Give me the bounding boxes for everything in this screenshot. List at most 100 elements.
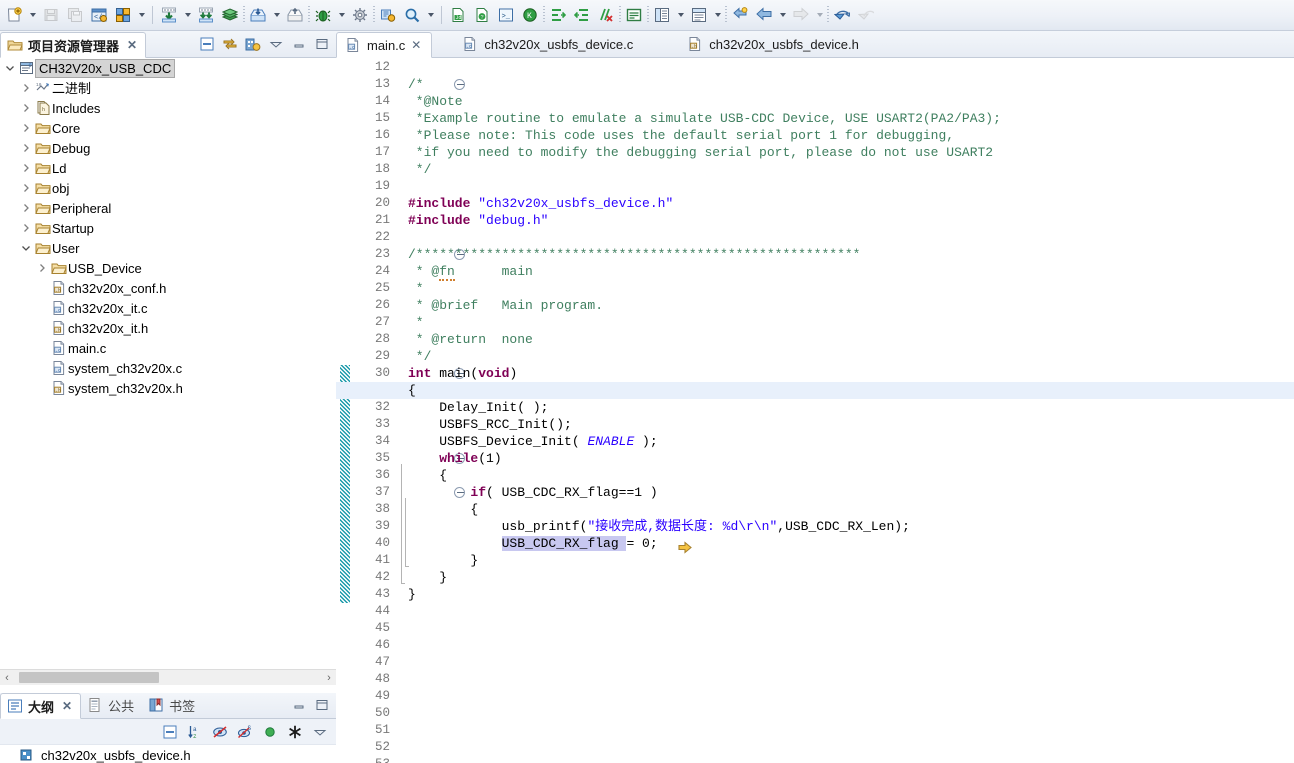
- tab-project-explorer[interactable]: 项目资源管理器 ✕: [0, 32, 147, 58]
- chevron-right-icon[interactable]: [18, 98, 34, 118]
- chevron-right-icon[interactable]: [18, 218, 34, 238]
- tree-item-usb-device[interactable]: USB_Device: [0, 258, 336, 278]
- chevron-down-icon[interactable]: [181, 3, 194, 27]
- new-editor-button[interactable]: [687, 3, 711, 27]
- chevron-down-icon[interactable]: [813, 3, 826, 27]
- working-set-button[interactable]: [243, 34, 263, 54]
- undo-button[interactable]: [830, 3, 854, 27]
- new-java-doc-button[interactable]: Jd: [446, 3, 470, 27]
- tree-item-label: main.c: [68, 340, 107, 356]
- chevron-right-icon[interactable]: [18, 118, 34, 138]
- download-button[interactable]: [157, 3, 181, 27]
- external-tools-button[interactable]: [376, 3, 400, 27]
- terminal-button[interactable]: >_: [494, 3, 518, 27]
- code-line: {: [408, 468, 448, 483]
- chevron-down-icon[interactable]: [674, 3, 687, 27]
- editor-tab-ch32v20x-usbfs-device-h[interactable]: .h ch32v20x_usbfs_device.h: [679, 31, 869, 57]
- outline-items[interactable]: ch32v20x_usbfs_device.hdebug.hmain(void)…: [0, 745, 336, 763]
- chevron-right-icon[interactable]: [18, 178, 34, 198]
- tab-common[interactable]: 公共: [81, 692, 142, 718]
- chevron-down-icon[interactable]: [424, 3, 437, 27]
- tree-item-peripheral[interactable]: Peripheral: [0, 198, 336, 218]
- project-tree-hscrollbar[interactable]: ‹ ›: [0, 669, 336, 685]
- tree-item-[interactable]: 10 二进制: [0, 78, 336, 98]
- import-button[interactable]: [246, 3, 270, 27]
- chevron-down-icon[interactable]: [2, 58, 18, 78]
- left-pane: 项目资源管理器 ✕ C CH32V20x_USB_CDC 10 二进制 h In…: [0, 31, 336, 763]
- view-menu-button[interactable]: [266, 34, 286, 54]
- last-edit-location-button[interactable]: [728, 3, 752, 27]
- editor-tab-main-c[interactable]: .c main.c ✕: [336, 32, 433, 58]
- tree-item-system-ch32v20x-c[interactable]: .c system_ch32v20x.c: [0, 358, 336, 378]
- chevron-right-icon[interactable]: [18, 198, 34, 218]
- filter-button[interactable]: [285, 722, 305, 742]
- link-with-editor-button[interactable]: [220, 34, 240, 54]
- close-icon[interactable]: ✕: [127, 38, 137, 52]
- tree-item-system-ch32v20x-h[interactable]: .h system_ch32v20x.h: [0, 378, 336, 398]
- export-button[interactable]: [283, 3, 307, 27]
- books-button[interactable]: [218, 3, 242, 27]
- close-icon[interactable]: ✕: [62, 699, 72, 713]
- remove-markers-button[interactable]: [594, 3, 618, 27]
- chevron-down-icon[interactable]: [26, 3, 39, 27]
- new-help-doc-button[interactable]: ?: [470, 3, 494, 27]
- next-annotation-button[interactable]: [546, 3, 570, 27]
- scroll-right-arrow[interactable]: ›: [322, 672, 336, 684]
- tree-item-debug[interactable]: Debug: [0, 138, 336, 158]
- code-editor[interactable]: 1213141516171819202122232425262728293031…: [336, 58, 1294, 763]
- kconfig-button[interactable]: K: [518, 3, 542, 27]
- previous-annotation-button[interactable]: [570, 3, 594, 27]
- minimize-view-button[interactable]: [289, 695, 309, 715]
- tree-item-user[interactable]: User: [0, 238, 336, 258]
- new-button[interactable]: [2, 3, 26, 27]
- maximize-view-button[interactable]: [312, 695, 332, 715]
- collapse-all-button[interactable]: [197, 34, 217, 54]
- chevron-right-icon[interactable]: [18, 138, 34, 158]
- tree-item-obj[interactable]: obj: [0, 178, 336, 198]
- view-menu-button[interactable]: [310, 722, 330, 742]
- search-button[interactable]: [400, 3, 424, 27]
- chevron-right-icon[interactable]: [18, 78, 34, 98]
- tree-item-ch32v20x-it-c[interactable]: .c ch32v20x_it.c: [0, 298, 336, 318]
- chevron-down-icon[interactable]: [135, 3, 148, 27]
- hide-static-button[interactable]: S: [235, 722, 255, 742]
- scroll-left-arrow[interactable]: ‹: [0, 672, 14, 684]
- tree-item-includes[interactable]: h Includes: [0, 98, 336, 118]
- close-icon[interactable]: ✕: [411, 38, 421, 52]
- tree-item-ld[interactable]: Ld: [0, 158, 336, 178]
- tree-item-ch32v20x-conf-h[interactable]: .h ch32v20x_conf.h: [0, 278, 336, 298]
- hide-fields-button[interactable]: [210, 722, 230, 742]
- chevron-down-icon[interactable]: [776, 3, 789, 27]
- download-all-button[interactable]: [194, 3, 218, 27]
- new-window-button[interactable]: [650, 3, 674, 27]
- sort-button[interactable]: az: [185, 722, 205, 742]
- chevron-right-icon[interactable]: [34, 258, 50, 278]
- code-text[interactable]: /* *@Note *Example routine to emulate a …: [336, 58, 1294, 763]
- collapse-all-button[interactable]: [160, 722, 180, 742]
- chevron-down-icon[interactable]: [335, 3, 348, 27]
- chevron-down-icon[interactable]: [18, 238, 34, 258]
- tree-item-core[interactable]: Core: [0, 118, 336, 138]
- hide-nonpublic-button[interactable]: [260, 722, 280, 742]
- chevron-down-icon[interactable]: [711, 3, 724, 27]
- editor-tab-ch32v20x-usbfs-device-c[interactable]: .c ch32v20x_usbfs_device.c: [454, 31, 643, 57]
- maximize-view-button[interactable]: [312, 34, 332, 54]
- tab-outline[interactable]: 大纲 ✕: [0, 693, 82, 719]
- tree-item-ch32v20x-it-h[interactable]: .h ch32v20x_it.h: [0, 318, 336, 338]
- back-button[interactable]: [752, 3, 776, 27]
- chevron-down-icon[interactable]: [270, 3, 283, 27]
- toggle-console-button[interactable]: [622, 3, 646, 27]
- tree-item-startup[interactable]: Startup: [0, 218, 336, 238]
- scrollbar-thumb[interactable]: [19, 672, 159, 683]
- run-button[interactable]: [348, 3, 372, 27]
- tree-item-main-c[interactable]: .c main.c: [0, 338, 336, 358]
- build-button[interactable]: </>: [87, 3, 111, 27]
- tree-item-ch32v20x-usb-cdc[interactable]: C CH32V20x_USB_CDC: [0, 58, 336, 78]
- tab-bookmarks[interactable]: 书签: [142, 692, 203, 718]
- outline-item[interactable]: ch32v20x_usbfs_device.h: [0, 745, 336, 763]
- debug-button[interactable]: [311, 3, 335, 27]
- minimize-view-button[interactable]: [289, 34, 309, 54]
- project-tree[interactable]: C CH32V20x_USB_CDC 10 二进制 h Includes Core Debug…: [0, 58, 336, 669]
- build-configs-button[interactable]: [111, 3, 135, 27]
- chevron-right-icon[interactable]: [18, 158, 34, 178]
